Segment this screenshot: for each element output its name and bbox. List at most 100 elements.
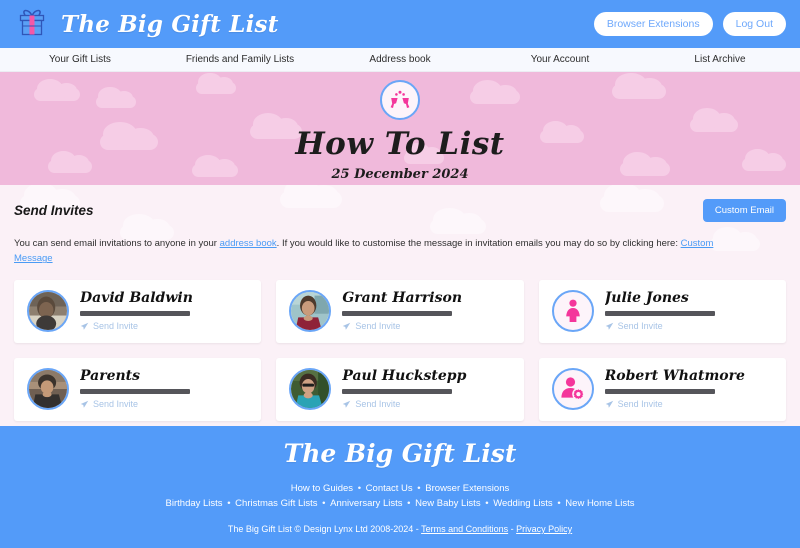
- contact-card[interactable]: Robert Whatmore Send Invite: [538, 357, 786, 421]
- instructions-part-1: You can send email invitations to anyone…: [14, 238, 220, 249]
- send-invite-label: Send Invite: [617, 321, 663, 332]
- brand-title: The Big Gift List: [61, 10, 279, 38]
- send-invite-link[interactable]: Send Invite: [80, 321, 248, 331]
- redacted-email: [604, 311, 715, 317]
- contact-name: Grant Harrison: [342, 291, 463, 307]
- paper-plane-icon: [605, 400, 613, 408]
- champagne-glasses-icon: [380, 80, 420, 120]
- avatar: [289, 290, 332, 333]
- instructions-part-2: . If you would like to customise the mes…: [276, 238, 681, 249]
- copyright-text: The Big Gift List © Design Lynx Ltd 2008…: [227, 523, 422, 534]
- separator: •: [482, 498, 492, 510]
- avatar: [551, 290, 594, 333]
- separator: •: [554, 498, 564, 510]
- brand[interactable]: The Big Gift List: [14, 6, 279, 42]
- nav-item-friends-and-family-lists[interactable]: Friends and Family Lists: [160, 48, 320, 72]
- send-invite-link[interactable]: Send Invite: [342, 321, 510, 331]
- footer-link-contact-us[interactable]: Contact Us: [366, 483, 413, 494]
- redacted-email: [342, 389, 453, 395]
- page-root: The Big Gift List Browser Extensions Log…: [0, 0, 800, 548]
- log-out-button[interactable]: Log Out: [722, 12, 786, 36]
- page-title: How To List: [295, 126, 505, 162]
- photo-paul: [291, 370, 330, 409]
- send-invite-label: Send Invite: [93, 321, 139, 332]
- contact-info: Parents Send Invite: [80, 369, 248, 409]
- contact-name: Paul Huckstepp: [342, 369, 467, 385]
- contact-name: Robert Whatmore: [604, 369, 745, 385]
- header-actions: Browser Extensions Log Out: [593, 12, 786, 36]
- send-invite-label: Send Invite: [355, 399, 401, 410]
- send-invite-link[interactable]: Send Invite: [342, 399, 510, 409]
- paper-plane-icon: [80, 400, 89, 408]
- contact-name: Parents: [80, 369, 141, 385]
- redacted-email: [342, 311, 453, 317]
- contact-name: David Baldwin: [80, 291, 193, 307]
- redacted-email: [80, 311, 190, 317]
- custom-email-button[interactable]: Custom Email: [702, 199, 786, 222]
- address-book-link[interactable]: address book: [220, 238, 277, 249]
- avatar: [27, 290, 69, 333]
- footer-link-anniversary-lists[interactable]: Anniversary Lists: [330, 498, 402, 509]
- paper-plane-icon: [80, 322, 89, 330]
- contact-card[interactable]: Julie Jones Send Invite: [538, 279, 786, 343]
- contact-info: Grant Harrison Send Invite: [342, 291, 510, 331]
- nav-item-address-book[interactable]: Address book: [320, 48, 480, 72]
- footer-title: The Big Gift List: [283, 439, 517, 468]
- contact-card[interactable]: David Baldwin Send Invite: [14, 279, 262, 343]
- avatar: [289, 368, 332, 411]
- terms-and-conditions-link[interactable]: Terms and Conditions: [421, 524, 508, 534]
- footer-links-primary: How to Guides • Contact Us • Browser Ext…: [0, 481, 800, 512]
- redacted-email: [80, 389, 190, 395]
- nav-item-list-archive[interactable]: List Archive: [640, 48, 800, 72]
- privacy-policy-link[interactable]: Privacy Policy: [516, 524, 572, 534]
- redacted-email: [604, 389, 715, 395]
- send-invite-label: Send Invite: [617, 399, 663, 410]
- contact-card[interactable]: Grant Harrison Send Invite: [276, 279, 524, 343]
- send-invite-link[interactable]: Send Invite: [605, 399, 773, 409]
- paper-plane-icon: [343, 322, 351, 330]
- separator: •: [355, 483, 364, 494]
- contact-info: Robert Whatmore Send Invite: [604, 369, 773, 409]
- gift-box-icon: [14, 6, 50, 42]
- top-header-bar: The Big Gift List Browser Extensions Log…: [0, 0, 800, 48]
- send-invite-link[interactable]: Send Invite: [80, 399, 248, 409]
- footer-link-christmas-gift-lists[interactable]: Christmas Gift Lists: [235, 498, 317, 509]
- footer-link-browser-extensions[interactable]: Browser Extensions: [425, 483, 509, 494]
- browser-extensions-button[interactable]: Browser Extensions: [593, 12, 713, 36]
- female-person-icon: [565, 299, 580, 323]
- contact-info: David Baldwin Send Invite: [80, 291, 248, 331]
- send-invite-link[interactable]: Send Invite: [605, 321, 773, 331]
- footer-link-how-to-guides[interactable]: How to Guides: [291, 483, 353, 494]
- avatar: [551, 368, 594, 411]
- send-invite-label: Send Invite: [355, 321, 401, 332]
- paper-plane-icon: [605, 322, 613, 330]
- section-header: Send Invites Custom Email: [14, 185, 786, 222]
- contact-info: Paul Huckstepp Send Invite: [342, 369, 510, 409]
- contact-card[interactable]: Parents Send Invite: [14, 357, 262, 421]
- separator: •: [404, 498, 414, 510]
- footer-link-new-home-lists[interactable]: New Home Lists: [565, 498, 634, 509]
- footer-link-wedding-lists[interactable]: Wedding Lists: [493, 498, 553, 509]
- list-banner: How To List 25 December 2024: [0, 72, 800, 185]
- photo-grant: [291, 292, 330, 331]
- copyright-separator: -: [508, 523, 517, 534]
- footer-link-new-baby-lists[interactable]: New Baby Lists: [415, 498, 480, 509]
- contact-card[interactable]: Paul Huckstepp Send Invite: [276, 357, 524, 421]
- main-content: Send Invites Custom Email You can send e…: [0, 185, 800, 426]
- main-navigation: Your Gift Lists Friends and Family Lists…: [0, 48, 800, 72]
- nav-item-your-account[interactable]: Your Account: [480, 48, 640, 72]
- separator: •: [224, 498, 234, 510]
- instructions-text: You can send email invitations to anyone…: [14, 236, 714, 267]
- user-settings-icon: [561, 377, 585, 401]
- footer-copyright: The Big Gift List © Design Lynx Ltd 2008…: [0, 524, 800, 534]
- site-footer: The Big Gift List How to Guides • Contac…: [0, 426, 800, 548]
- separator: •: [414, 483, 424, 494]
- separator: •: [319, 498, 329, 510]
- footer-link-birthday-lists[interactable]: Birthday Lists: [166, 498, 223, 509]
- nav-item-your-gift-lists[interactable]: Your Gift Lists: [0, 48, 160, 72]
- contact-info: Julie Jones Send Invite: [604, 291, 773, 331]
- photo-david: [29, 292, 67, 331]
- list-date: 25 December 2024: [331, 167, 469, 182]
- avatar: [27, 368, 69, 411]
- section-title: Send Invites: [14, 203, 94, 218]
